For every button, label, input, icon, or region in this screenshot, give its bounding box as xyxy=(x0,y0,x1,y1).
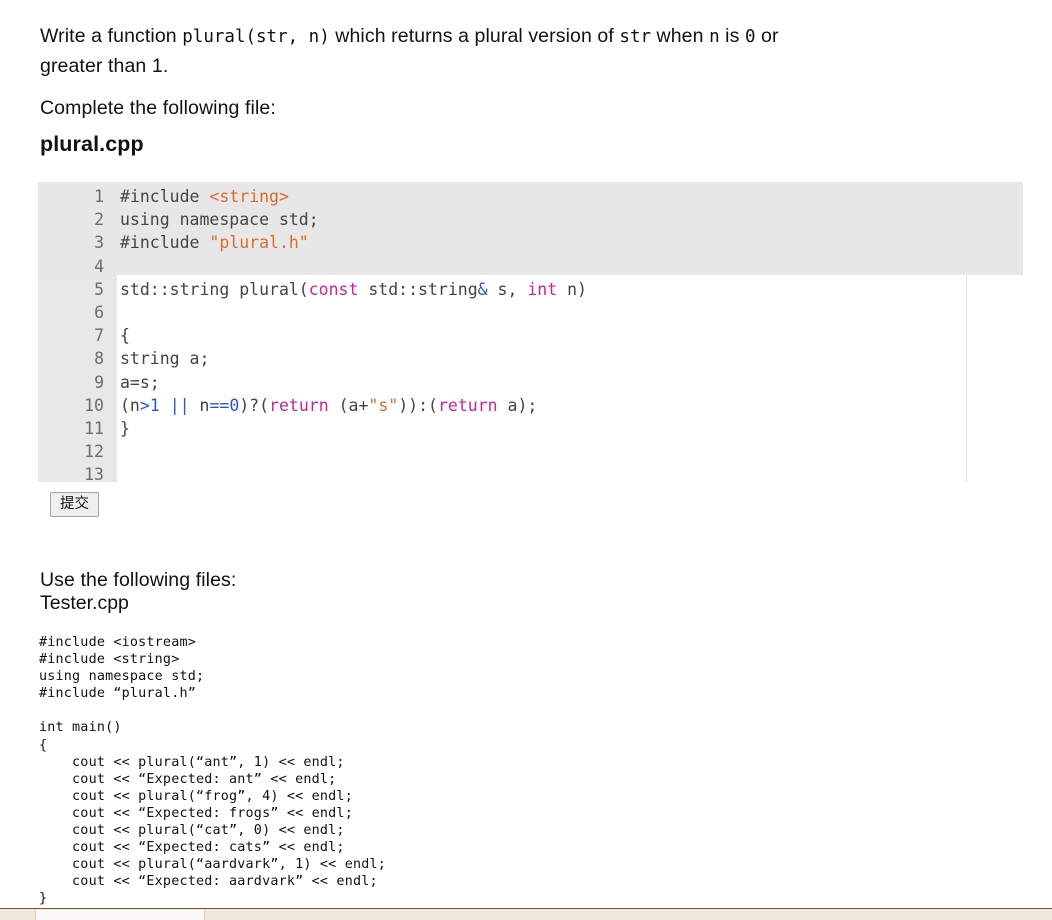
prompt-text-a: Write a function xyxy=(40,25,182,47)
horizontal-scrollbar-thumb[interactable] xyxy=(35,910,205,920)
code-token: std::string plural( xyxy=(120,280,309,299)
line-number: 6 xyxy=(38,301,104,324)
code-line-text: (n>1 || n==0)?(return (a+"s")):(return a… xyxy=(120,394,537,417)
code-line[interactable]: 7{ xyxy=(38,324,1023,347)
horizontal-scrollbar[interactable] xyxy=(0,908,1052,920)
code-token: #include xyxy=(120,233,209,252)
line-number: 3 xyxy=(38,231,104,254)
line-number: 1 xyxy=(38,185,104,208)
line-number: 8 xyxy=(38,347,104,370)
code-line-text: a=s; xyxy=(120,371,160,394)
code-token: "s" xyxy=(368,396,398,415)
file-heading-tester-cpp: Tester.cpp xyxy=(40,592,129,615)
code-token: #include xyxy=(120,187,209,206)
file-heading-plural-cpp: plural.cpp xyxy=(40,132,144,157)
code-token: "plural.h" xyxy=(209,233,308,252)
prompt-text-d: is xyxy=(720,25,745,47)
code-token: int xyxy=(527,280,557,299)
code-token: n xyxy=(190,396,210,415)
code-token: a=s; xyxy=(120,373,160,392)
code-token: const xyxy=(309,280,359,299)
inline-code-n: n xyxy=(709,27,720,47)
code-token: 1 xyxy=(150,396,160,415)
use-files-label: Use the following files: xyxy=(40,566,236,595)
code-token: string a; xyxy=(120,349,209,368)
code-line[interactable]: 5 std::string plural(const std::string& s… xyxy=(38,278,1023,301)
code-token: a); xyxy=(498,396,538,415)
code-line[interactable]: 6 xyxy=(38,301,1023,324)
submit-button[interactable]: 提交 xyxy=(50,492,99,517)
code-token: || xyxy=(170,396,190,415)
code-line-text: { xyxy=(120,324,130,347)
code-token: (a xyxy=(329,396,359,415)
code-line-text: } xyxy=(120,417,130,440)
line-number: 9 xyxy=(38,371,104,394)
code-line[interactable]: 8 string a; xyxy=(38,347,1023,370)
code-editor[interactable]: 1 #include <string> 2 using namespace std; 3… xyxy=(38,182,1023,482)
code-line[interactable]: 10(n>1 || n==0)?(return (a+"s")):(return… xyxy=(38,394,1023,417)
code-line[interactable]: 11} xyxy=(38,417,1023,440)
prompt-text-c: when xyxy=(651,25,709,47)
code-line-text: #include "plural.h" xyxy=(120,231,309,254)
inline-code-zero: 0 xyxy=(745,27,756,47)
prompt-text-b: which returns a plural version of xyxy=(330,25,620,47)
code-line-text: #include <string> xyxy=(120,185,289,208)
code-line-text: using namespace std; xyxy=(120,208,319,231)
code-token: return xyxy=(269,396,329,415)
line-number: 2 xyxy=(38,208,104,231)
code-token: std::string xyxy=(358,280,477,299)
code-line[interactable]: 12 xyxy=(38,440,1023,463)
code-token: )):( xyxy=(398,396,438,415)
code-line-text: string a; xyxy=(120,347,209,370)
code-line[interactable]: 4 xyxy=(38,255,1023,278)
tester-source-code: #include <iostream> #include <string> us… xyxy=(39,634,386,908)
line-number: 11 xyxy=(38,417,104,440)
line-number: 5 xyxy=(38,278,104,301)
exercise-prompt: Write a function plural(str, n) which re… xyxy=(40,22,830,81)
line-number: 13 xyxy=(38,463,104,486)
code-token: + xyxy=(358,396,368,415)
code-token: s, xyxy=(488,280,528,299)
code-token xyxy=(160,396,170,415)
line-number: 10 xyxy=(38,394,104,417)
code-token: == xyxy=(209,396,229,415)
code-line[interactable]: 2 using namespace std; xyxy=(38,208,1023,231)
inline-code-plural-signature: plural(str, n) xyxy=(182,27,330,47)
inline-code-str: str xyxy=(619,27,651,47)
code-line[interactable]: 3 #include "plural.h" xyxy=(38,231,1023,254)
code-token: } xyxy=(120,419,130,438)
exercise-page: Write a function plural(str, n) which re… xyxy=(0,0,1052,908)
line-number: 4 xyxy=(38,255,104,278)
code-token: > xyxy=(140,396,150,415)
code-token: & xyxy=(478,280,488,299)
code-token: <string> xyxy=(209,187,288,206)
line-number: 12 xyxy=(38,440,104,463)
code-line-text: std::string plural(const std::string& s,… xyxy=(120,278,587,301)
code-token: (n xyxy=(120,396,140,415)
complete-file-label: Complete the following file: xyxy=(40,94,276,123)
code-token: { xyxy=(120,326,130,345)
code-line[interactable]: 9 a=s; xyxy=(38,371,1023,394)
line-number: 7 xyxy=(38,324,104,347)
code-lines[interactable]: 1 #include <string> 2 using namespace std; 3… xyxy=(38,185,1023,486)
code-token: 0 xyxy=(229,396,239,415)
code-token: return xyxy=(438,396,498,415)
code-token: n) xyxy=(557,280,587,299)
code-token: using namespace std; xyxy=(120,210,319,229)
code-token: )?( xyxy=(239,396,269,415)
code-line[interactable]: 1 #include <string> xyxy=(38,185,1023,208)
code-line[interactable]: 13 xyxy=(38,463,1023,486)
